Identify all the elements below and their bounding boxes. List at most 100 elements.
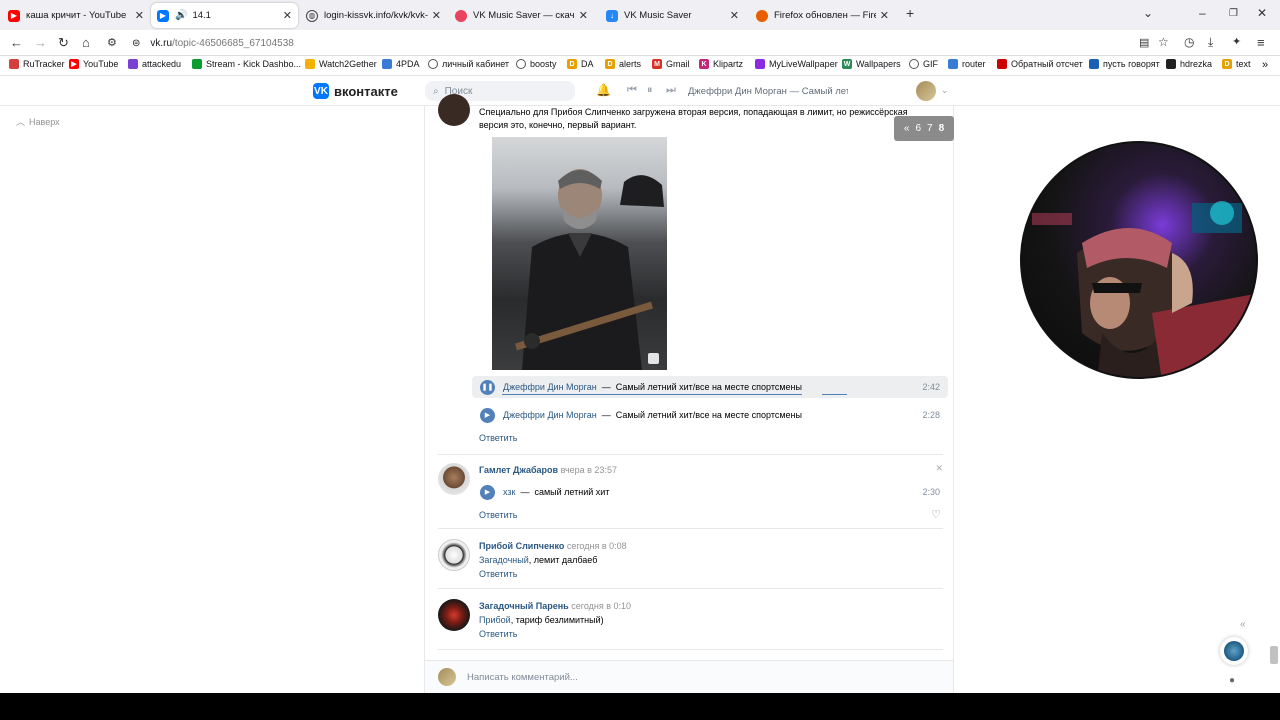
previous-track-icon[interactable]: ⏮ [627, 84, 637, 97]
bookmark-mylivewallpaper[interactable]: MyLiveWallpaper [755, 59, 838, 69]
close-window-icon[interactable]: ✕ [1257, 6, 1267, 20]
search-icon: ⌕ [433, 85, 439, 97]
minimize-icon[interactable]: – [1199, 6, 1206, 20]
bookmark-attackedu[interactable]: attackedu [128, 59, 181, 69]
avatar[interactable] [438, 463, 470, 495]
webcam-image [1032, 201, 1256, 377]
scroll-top-button[interactable]: ︿ Наверх [16, 115, 60, 128]
menu-icon[interactable]: ≡ [1257, 35, 1265, 50]
bookmark-rutracker[interactable]: RuTracker [9, 59, 65, 69]
collapse-icon[interactable]: « [1240, 619, 1246, 630]
avatar[interactable] [438, 539, 470, 571]
wallpapers-icon: W [842, 59, 852, 69]
pager-page-current[interactable]: 8 [939, 123, 945, 134]
scrollbar-thumb[interactable] [1270, 646, 1278, 664]
bookmark-boosty[interactable]: boosty [516, 59, 557, 69]
close-icon[interactable]: ✕ [135, 9, 144, 22]
photo-image [514, 169, 664, 370]
site-info-icon[interactable]: ⊜ [132, 38, 140, 49]
close-icon[interactable]: ✕ [880, 9, 889, 22]
now-playing-title[interactable]: Джеффри Дин Морган — Самый лет... [688, 86, 848, 97]
pause-icon[interactable]: ⏸ [647, 84, 653, 97]
track-progress-bar[interactable] [502, 394, 802, 395]
bell-icon[interactable]: 🔔 [596, 83, 611, 97]
bookmark-watch2gether[interactable]: Watch2Gether [305, 59, 377, 69]
bookmark-cabinet[interactable]: личный кабинет [428, 59, 509, 69]
pager-prev[interactable]: « [904, 123, 910, 134]
bookmark-gif[interactable]: GIF [909, 59, 938, 69]
chevron-down-icon[interactable]: ⌄ [941, 85, 949, 96]
new-tab-button[interactable]: + [906, 5, 914, 21]
close-icon[interactable]: ✕ [935, 463, 943, 474]
extension-icon[interactable]: ✦ [1232, 35, 1241, 48]
bookmark-da[interactable]: D DA [567, 59, 594, 69]
bookmark-gmail[interactable]: M Gmail [652, 59, 690, 69]
bookmark-4pda[interactable]: 4PDA [382, 59, 420, 69]
reply-link[interactable]: Ответить [479, 569, 517, 579]
close-icon[interactable]: ✕ [432, 9, 441, 22]
play-icon[interactable]: ▶ [480, 484, 495, 500]
close-icon[interactable]: ✕ [730, 9, 739, 22]
pager-page[interactable]: 7 [927, 123, 933, 134]
audio-track[interactable]: ▶ Джеффри Дин Морган — Самый летний хит/… [472, 404, 948, 426]
avatar[interactable] [916, 81, 936, 101]
history-icon[interactable]: ◷ [1184, 35, 1194, 49]
reader-view-icon[interactable]: ▤ [1139, 36, 1149, 49]
reload-icon[interactable]: ↻ [58, 35, 69, 51]
volume-bar[interactable] [822, 394, 847, 395]
reply-link[interactable]: Ответить [479, 433, 517, 443]
page-scrollbar[interactable] [1268, 106, 1280, 693]
audio-track[interactable]: ▶ хзк — самый летний хит 2:30 [472, 481, 948, 503]
bookmark-klipartz[interactable]: K Klipartz [699, 59, 743, 69]
pause-icon[interactable]: ❚❚ [480, 379, 495, 395]
heart-icon[interactable]: ♡ [931, 508, 941, 521]
downloads-icon[interactable]: ⤓ [1208, 35, 1213, 50]
bookmark-alerts[interactable]: Dalerts [605, 59, 641, 69]
speaker-icon[interactable]: 🔊 [175, 10, 187, 21]
tab-vk-active[interactable]: ▶ 🔊 14.1 ✕ [151, 3, 298, 28]
bookmark-countdown[interactable]: Обратный отсчет [997, 59, 1083, 69]
vk-header: VK вконтакте ⌕ Поиск 🔔 ⏮ ⏸ ⏭ Джеффри Дин… [0, 77, 1280, 106]
bookmark-star-icon[interactable]: ☆ [1158, 35, 1169, 49]
bookmark-youtube[interactable]: ▶ YouTube [69, 59, 118, 69]
klipartz-icon: K [699, 59, 709, 69]
bookmark-router[interactable]: router [948, 59, 986, 69]
forward-icon[interactable]: → [34, 35, 47, 50]
comment-input[interactable]: Написать комментарий... [467, 672, 578, 683]
avatar[interactable] [438, 599, 470, 631]
home-icon[interactable]: ⌂ [82, 35, 90, 50]
attached-photo[interactable] [492, 137, 667, 370]
bookmark-wallpapers[interactable]: W Wallpapers [842, 59, 901, 69]
divider [438, 454, 943, 455]
bookmark-text[interactable]: Dtext [1222, 59, 1251, 69]
tab-vk-music-saver-1[interactable]: VK Music Saver — скачать музы ✕ [449, 3, 594, 28]
next-track-icon[interactable]: ⏭ [666, 84, 676, 97]
tab-vk-music-saver-2[interactable]: ↓ VK Music Saver ✕ [600, 3, 745, 28]
chat-icon[interactable]: ● [1229, 675, 1235, 686]
close-icon[interactable]: ✕ [283, 9, 292, 22]
url-bar[interactable]: ⊜ vk.ru/topic-46506685_67104538 [132, 34, 1132, 52]
tab-firefox[interactable]: Firefox обновлен — Firefox.con ✕ [750, 3, 895, 28]
reply-link[interactable]: Ответить [479, 629, 517, 639]
tracking-protection-icon[interactable]: ⚙ [107, 36, 117, 49]
audio-track-playing[interactable]: ❚❚ Джеффри Дин Морган — Самый летний хит… [472, 376, 948, 398]
more-bookmarks-icon[interactable]: » [1262, 59, 1268, 71]
bookmark-hdrezka[interactable]: hdrezka [1166, 59, 1212, 69]
back-icon[interactable]: ← [10, 35, 23, 50]
tab-youtube[interactable]: ▶ каша кричит - YouTube ✕ [2, 3, 150, 28]
pager-page[interactable]: 6 [915, 123, 921, 134]
bookmark-pust-govoryat[interactable]: пусть говорят [1089, 59, 1160, 69]
avatar[interactable] [438, 94, 470, 126]
tab-kissvk[interactable]: ◍ login-kissvk.info/kvk/kvk-auth-r ✕ [300, 3, 447, 28]
maximize-icon[interactable]: ❐ [1229, 8, 1238, 19]
chevron-down-icon[interactable]: ⌄ [1143, 6, 1153, 20]
gmail-icon: M [652, 59, 662, 69]
close-icon[interactable]: ✕ [579, 9, 588, 22]
globe-icon: ◍ [306, 9, 318, 22]
bookmark-kick[interactable]: Stream - Kick Dashbo... [192, 59, 301, 69]
kick-icon [192, 59, 202, 69]
vk-logo[interactable]: VK вконтакте [313, 83, 398, 99]
reply-link[interactable]: Ответить [479, 510, 517, 520]
play-icon[interactable]: ▶ [480, 407, 495, 423]
floating-avatar-button[interactable] [1220, 637, 1248, 665]
